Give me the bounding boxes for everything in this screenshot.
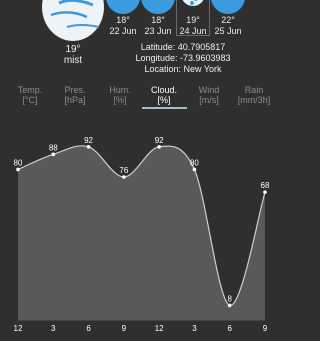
mist-cloud-icon: [42, 0, 104, 41]
tab-label: Wind: [198, 85, 220, 95]
chart-point: [51, 152, 56, 157]
tab-rain[interactable]: Rain [mm/3h]: [231, 85, 277, 105]
cloud-rain-icon: [106, 0, 140, 14]
data-label: 92: [84, 136, 93, 145]
metric-tabs: Temp. [°C] Pres. [hPa] Hum. [%] Cloud. […: [0, 82, 282, 112]
longitude-label: Longitude: -73.9603983: [135, 53, 231, 63]
chart-svg: 80 12 88 3 92 6 76 9 92 12 80 3 8 6 68 9: [14, 136, 270, 333]
data-label: 8: [227, 294, 232, 303]
tab-wind[interactable]: Wind [m/s]: [186, 85, 232, 105]
data-label: 88: [49, 143, 58, 152]
forecast-temp: 19°: [186, 15, 200, 25]
x-tick-label: 6: [227, 324, 232, 333]
tab-label: Hum.: [109, 85, 131, 95]
current-weather-header: 19° mist 18° 22 Jun 18° 23 Jun 19° 24 Ju…: [0, 0, 282, 80]
chart-point: [263, 190, 267, 194]
data-label: 80: [190, 158, 199, 167]
cloud-rain-icon: [141, 0, 175, 14]
x-tick-label: 9: [263, 324, 268, 333]
cloud-sun-icon: [182, 0, 204, 6]
tab-unit: [m/s]: [199, 95, 219, 105]
chart-point: [157, 145, 161, 149]
active-tab-indicator: [142, 107, 187, 109]
tab-humidity[interactable]: Hum. [%]: [97, 85, 143, 105]
tab-label: Rain: [244, 85, 264, 95]
cloud-rain-icon: [211, 0, 245, 14]
latitude-label: Latitude: 40.7905817: [140, 42, 226, 52]
tab-unit: [%]: [157, 95, 171, 105]
x-tick-label: 9: [122, 324, 127, 333]
x-tick-label: 6: [86, 324, 91, 333]
tab-cloudiness[interactable]: Cloud. [%]: [141, 85, 187, 105]
chart-point: [16, 167, 20, 172]
x-tick-label: 12: [14, 324, 23, 333]
tab-pressure[interactable]: Pres. [hPa]: [52, 85, 98, 105]
location-info: Latitude: 40.7905817 Longitude: -73.9603…: [130, 42, 236, 75]
data-label: 80: [14, 158, 23, 167]
data-label: 68: [261, 181, 270, 190]
tab-label: Pres.: [64, 85, 86, 95]
tab-unit: [%]: [113, 95, 127, 105]
data-label: 92: [155, 136, 164, 145]
chart-point: [227, 303, 232, 308]
cloudiness-chart: 80 12 88 3 92 6 76 9 92 12 80 3 8 6 68 9: [0, 112, 282, 341]
forecast-temp: 22°: [221, 15, 235, 25]
chart-point: [192, 167, 197, 172]
data-label: 76: [119, 166, 128, 175]
current-temperature: 19°: [65, 44, 81, 55]
tab-temperature[interactable]: Temp. [°C]: [7, 85, 53, 105]
forecast-temp: 18°: [151, 15, 165, 25]
x-tick-label: 3: [51, 324, 56, 333]
location-name: Location: New York: [144, 64, 222, 74]
x-tick-label: 12: [155, 324, 164, 333]
tab-label: Cloud.: [150, 85, 177, 95]
chart-point: [122, 175, 126, 179]
tab-unit: [mm/3h]: [237, 95, 271, 105]
tab-label: Temp.: [17, 85, 43, 95]
x-tick-label: 3: [192, 324, 197, 333]
tab-unit: [°C]: [22, 95, 38, 105]
chart-point: [86, 145, 91, 149]
forecast-temp: 18°: [116, 15, 130, 25]
forecast-date: 25 Jun: [214, 26, 242, 36]
forecast-day[interactable]: 22° 25 Jun: [211, 0, 245, 37]
current-condition: mist: [63, 55, 83, 66]
tab-unit: [hPa]: [64, 95, 86, 105]
